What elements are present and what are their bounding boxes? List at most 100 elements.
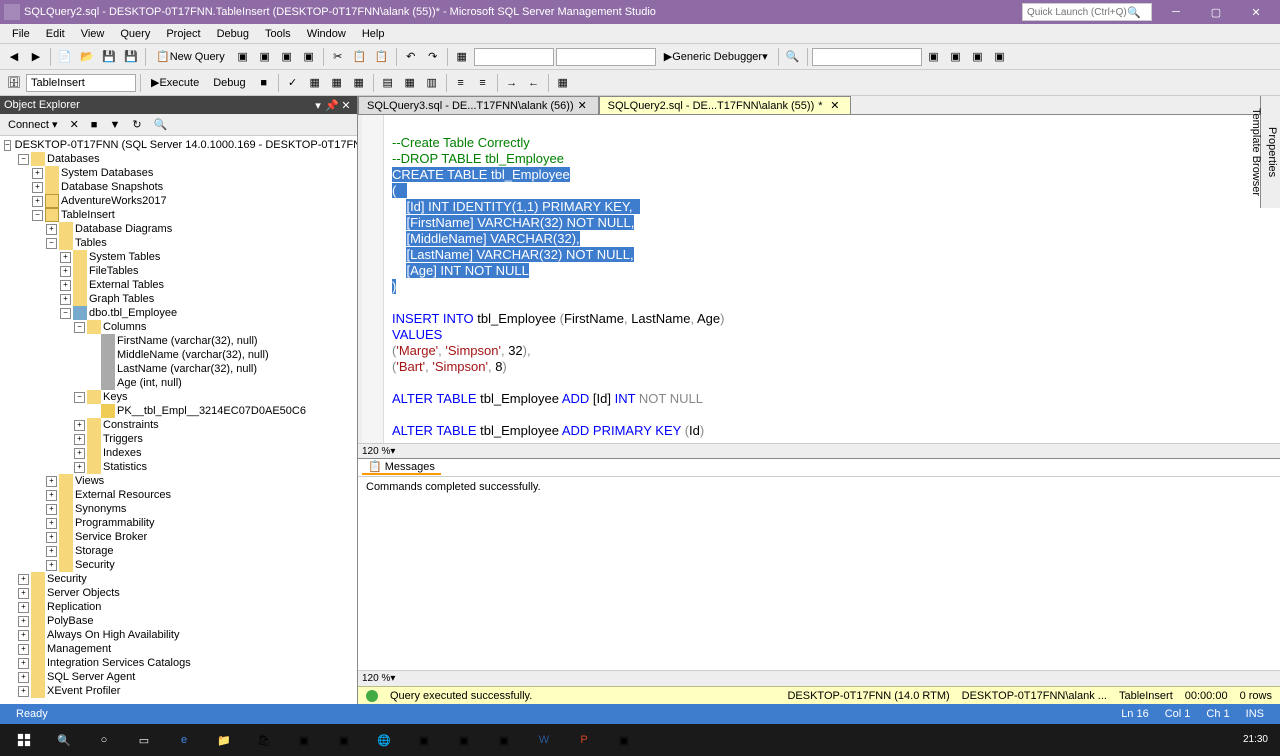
oe-close-icon[interactable]: ✕	[339, 99, 353, 112]
cortana-icon[interactable]: ○	[84, 724, 124, 756]
redo-button[interactable]: ↷	[423, 47, 443, 67]
q2-button[interactable]: ▣	[255, 47, 275, 67]
expand-icon[interactable]: +	[18, 588, 29, 599]
clock-time[interactable]: 21:30	[1243, 734, 1268, 746]
expand-icon[interactable]: +	[46, 476, 57, 487]
close-icon[interactable]: ✕	[578, 99, 590, 112]
col-lastname[interactable]: LastName (varchar(32), null)	[117, 363, 257, 375]
expand-icon[interactable]: −	[18, 154, 29, 165]
expand-icon[interactable]: +	[18, 630, 29, 641]
expand-icon[interactable]: +	[32, 168, 43, 179]
uncomment-button[interactable]: ≡	[473, 73, 493, 93]
sql-editor[interactable]: --Create Table Correctly --DROP TABLE tb…	[358, 115, 1280, 443]
word-icon[interactable]: W	[524, 724, 564, 756]
extres-node[interactable]: External Resources	[75, 489, 171, 501]
oe-search-icon[interactable]: 🔍	[150, 118, 172, 131]
oe-stop-icon[interactable]: ■	[87, 119, 102, 131]
properties-tab[interactable]: Properties	[1264, 100, 1280, 204]
debugger-combo[interactable]: ▶ Generic Debugger ▾	[658, 47, 774, 67]
col-firstname[interactable]: FirstName (varchar(32), null)	[117, 335, 258, 347]
expand-icon[interactable]: +	[32, 182, 43, 193]
save-all-button[interactable]: 💾	[121, 47, 141, 67]
expand-icon[interactable]: +	[60, 266, 71, 277]
graphtables-node[interactable]: Graph Tables	[89, 293, 154, 305]
iscat-node[interactable]: Integration Services Catalogs	[47, 657, 191, 669]
triggers-node[interactable]: Triggers	[103, 433, 143, 445]
expand-icon[interactable]: +	[46, 546, 57, 557]
expand-icon[interactable]: +	[18, 658, 29, 669]
expand-icon[interactable]: +	[74, 462, 85, 473]
search-icon[interactable]: 🔍	[1127, 6, 1141, 19]
security-node[interactable]: Security	[75, 559, 115, 571]
pk-node[interactable]: PK__tbl_Empl__3214EC07D0AE50C6	[117, 405, 306, 417]
columns-node[interactable]: Columns	[103, 321, 146, 333]
security2-node[interactable]: Security	[47, 573, 87, 585]
close-button[interactable]: ✕	[1236, 0, 1276, 24]
polybase-node[interactable]: PolyBase	[47, 615, 93, 627]
replication-node[interactable]: Replication	[47, 601, 101, 613]
find-button[interactable]: 🔍	[783, 47, 803, 67]
zoom-value[interactable]: 120 %	[362, 446, 390, 457]
menu-query[interactable]: Query	[112, 26, 158, 42]
search-icon[interactable]: 🔍	[44, 724, 84, 756]
oe-pin-icon[interactable]: 📌	[325, 99, 339, 112]
expand-icon[interactable]: +	[18, 672, 29, 683]
app1-icon[interactable]: ▣	[284, 724, 324, 756]
expand-icon[interactable]: +	[46, 560, 57, 571]
undo-button[interactable]: ↶	[401, 47, 421, 67]
servicebroker-node[interactable]: Service Broker	[75, 531, 147, 543]
synonyms-node[interactable]: Synonyms	[75, 503, 126, 515]
menu-tools[interactable]: Tools	[257, 26, 299, 42]
execute-button[interactable]: ▶ Execute	[145, 73, 205, 93]
menu-edit[interactable]: Edit	[38, 26, 73, 42]
tb-b[interactable]: ▣	[946, 47, 966, 67]
cut-button[interactable]: ✂	[328, 47, 348, 67]
powerpoint-icon[interactable]: P	[564, 724, 604, 756]
tableinsert-node[interactable]: TableInsert	[61, 209, 115, 221]
minimize-button[interactable]: ─	[1156, 0, 1196, 24]
tbl-employee-node[interactable]: dbo.tbl_Employee	[89, 307, 177, 319]
expand-icon[interactable]: −	[74, 322, 85, 333]
store-icon[interactable]: 🛍	[244, 724, 284, 756]
options-button[interactable]: ▦	[349, 73, 369, 93]
expand-icon[interactable]: +	[46, 224, 57, 235]
systables-node[interactable]: System Tables	[89, 251, 160, 263]
debug-button[interactable]: Debug	[207, 73, 251, 93]
taskview-icon[interactable]: ▭	[124, 724, 164, 756]
snapshots-node[interactable]: Database Snapshots	[61, 181, 163, 193]
solution-combo[interactable]	[474, 48, 554, 66]
expand-icon[interactable]: +	[32, 196, 43, 207]
oe-dropdown-icon[interactable]: ▾	[311, 99, 325, 112]
chrome-icon[interactable]: 🌐	[364, 724, 404, 756]
menu-file[interactable]: File	[4, 26, 38, 42]
app2-icon[interactable]: ▣	[324, 724, 364, 756]
search-combo[interactable]	[812, 48, 922, 66]
app5-icon[interactable]: ▣	[484, 724, 524, 756]
indent-button[interactable]: →	[502, 73, 522, 93]
expand-icon[interactable]: +	[18, 574, 29, 585]
tab-sqlquery3[interactable]: SQLQuery3.sql - DE...T17FNN\alank (56)) …	[358, 96, 599, 114]
plan-button[interactable]: ▦	[305, 73, 325, 93]
open-button[interactable]: 📂	[77, 47, 97, 67]
copy-button[interactable]: 📋	[350, 47, 370, 67]
expand-icon[interactable]: −	[46, 238, 57, 249]
paste-button[interactable]: 📋	[372, 47, 392, 67]
expand-icon[interactable]: +	[18, 602, 29, 613]
expand-icon[interactable]: +	[46, 518, 57, 529]
tables-node[interactable]: Tables	[75, 237, 107, 249]
grid-button[interactable]: ▦	[452, 47, 472, 67]
expand-icon[interactable]: +	[18, 686, 29, 697]
system-tray[interactable]: 21:30	[1235, 734, 1276, 746]
new-project-button[interactable]: 📄	[55, 47, 75, 67]
expand-icon[interactable]: +	[18, 616, 29, 627]
comment-button[interactable]: ≡	[451, 73, 471, 93]
oe-refresh-icon[interactable]: ↻	[128, 118, 145, 131]
results-file-button[interactable]: ▥	[422, 73, 442, 93]
expand-icon[interactable]: −	[74, 392, 85, 403]
expand-icon[interactable]: +	[46, 504, 57, 515]
stop-button[interactable]: ■	[254, 73, 274, 93]
object-explorer-tree[interactable]: −DESKTOP-0T17FNN (SQL Server 14.0.1000.1…	[0, 136, 357, 704]
messages-body[interactable]: Commands completed successfully.	[358, 477, 1280, 670]
management-node[interactable]: Management	[47, 643, 111, 655]
expand-icon[interactable]: −	[60, 308, 71, 319]
